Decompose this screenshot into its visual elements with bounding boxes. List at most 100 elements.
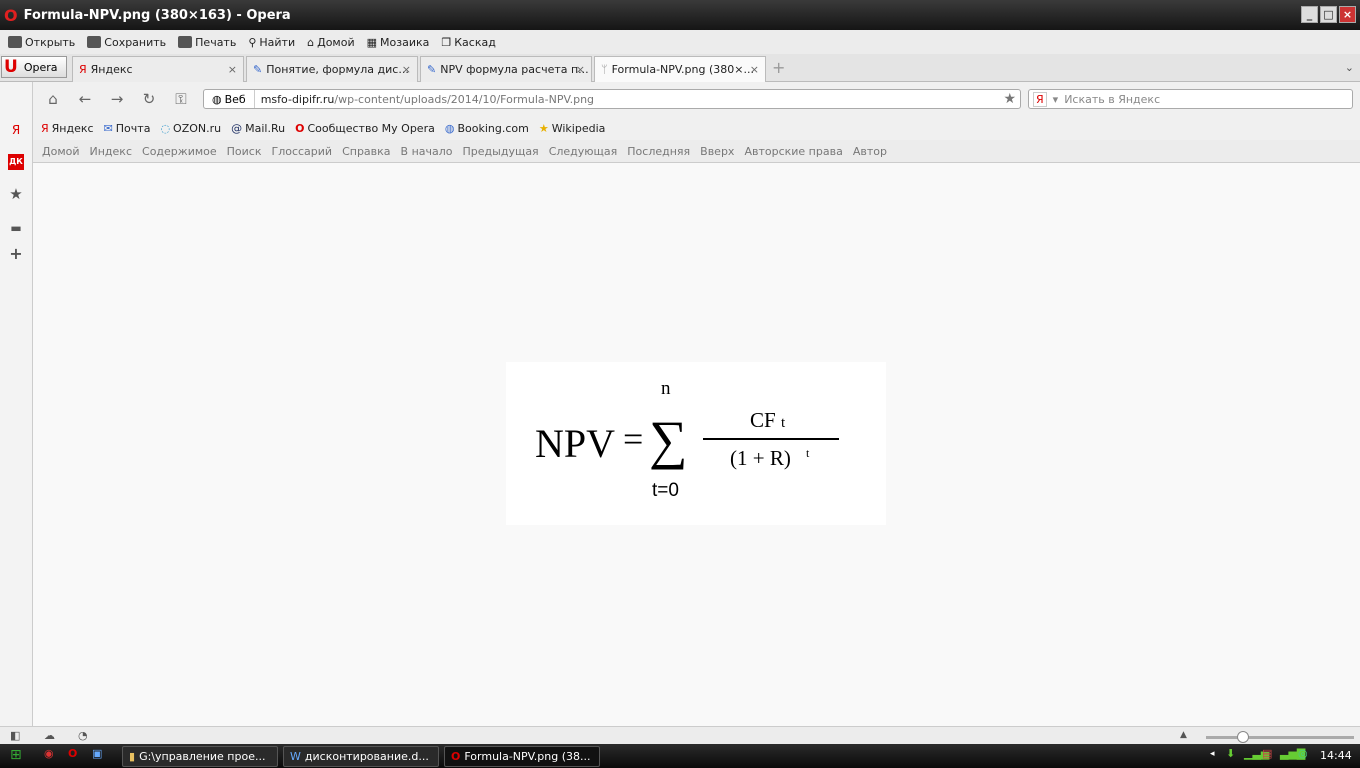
key-icon[interactable]: ⚿	[165, 90, 197, 108]
bookmark-yandex[interactable]: Я Яндекс	[41, 122, 94, 135]
bookmark-ozon[interactable]: ◌ OZON.ru	[160, 122, 221, 135]
yandex-panel-icon[interactable]: Я	[8, 122, 24, 138]
sync-tray-icon[interactable]: ◎	[1298, 747, 1308, 760]
nav-link[interactable]: Вверх	[700, 145, 734, 158]
nav-link[interactable]: Поиск	[227, 145, 262, 158]
menu-find[interactable]: ⚲ Найти	[248, 36, 295, 49]
download-tray-icon[interactable]: ⬇	[1226, 747, 1235, 760]
tile-icon: ▦	[366, 35, 378, 49]
speed-gauge-icon[interactable]: ◔	[78, 729, 88, 742]
nav-link[interactable]: Содержимое	[142, 145, 217, 158]
bookmark-label: Wikipedia	[551, 121, 606, 135]
menu-cascade[interactable]: ❐ Каскад	[441, 36, 495, 49]
close-button[interactable]: ×	[1339, 6, 1356, 23]
panel-window-icon[interactable]: ▬	[8, 220, 24, 236]
numerator-subscript: t	[780, 415, 786, 431]
nav-link[interactable]: Автор	[853, 145, 887, 158]
taskbar-item-explorer[interactable]: ▮ G:\управление прое...	[122, 746, 278, 767]
zoom-slider-thumb[interactable]	[1237, 731, 1249, 743]
web-badge[interactable]: ◍ Веб	[204, 90, 255, 108]
tab-yandex[interactable]: Я Яндекс ×	[72, 56, 244, 82]
bookmark-mail[interactable]: ✉ Почта	[104, 122, 151, 135]
menu-label: Открыть	[25, 35, 76, 49]
bookmark-label: Яндекс	[51, 121, 94, 135]
menu-print[interactable]: Печать	[178, 36, 236, 49]
bookmark-booking[interactable]: ◍ Booking.com	[445, 122, 529, 135]
menu-save[interactable]: Сохранить	[87, 36, 166, 49]
yandex-engine-icon[interactable]: Я	[1033, 91, 1047, 107]
bookmark-star-icon[interactable]: ★	[1003, 91, 1016, 107]
forward-button[interactable]: →	[101, 90, 133, 108]
taskbar-item-word[interactable]: Wдисконтирование.d...	[283, 746, 439, 767]
minimize-button[interactable]: _	[1301, 6, 1318, 23]
close-tab-icon[interactable]: ×	[402, 63, 411, 76]
browser-quicklaunch-icon[interactable]: ◉	[44, 747, 54, 760]
dk-panel-icon[interactable]: ДК	[8, 154, 24, 170]
bookmarks-star-icon[interactable]: ★	[8, 186, 24, 202]
opera-icon: O	[451, 750, 461, 763]
bookmark-wikipedia[interactable]: ★ Wikipedia	[539, 122, 606, 135]
maximize-button[interactable]: □	[1320, 6, 1337, 23]
new-tab-button[interactable]: +	[772, 58, 785, 77]
add-panel-icon[interactable]: +	[8, 246, 24, 262]
nav-link[interactable]: Справка	[342, 145, 390, 158]
nav-link[interactable]: Авторские права	[744, 145, 842, 158]
menu-home[interactable]: ⌂ Домой	[307, 36, 355, 49]
tab-npv-formula[interactable]: ✎ NPV формула расчета п... ×	[420, 56, 592, 82]
turbo-cloud-icon[interactable]: ☁	[44, 729, 55, 742]
language-flag-icon[interactable]: ▤	[1262, 747, 1272, 760]
window-title: Formula-NPV.png (380×163) - Opera	[23, 7, 291, 23]
opera-logo-icon: U	[4, 57, 18, 77]
menu-open[interactable]: Открыть	[8, 36, 75, 49]
search-input[interactable]: Я ▾ Искать в Яндекс	[1028, 89, 1353, 109]
document-icon: ✎	[427, 63, 437, 76]
reload-button[interactable]: ↻	[133, 90, 165, 108]
clock[interactable]: 14:44	[1320, 749, 1352, 762]
cascade-icon: ❐	[441, 35, 452, 49]
close-tab-icon[interactable]: ×	[228, 63, 237, 76]
web-label: Веб	[224, 92, 246, 106]
taskbar-item-opera[interactable]: O Formula-NPV.png (38...	[444, 746, 600, 767]
formula-lower-limit: t=0	[652, 480, 679, 501]
title-bar: O Formula-NPV.png (380×163) - Opera _ □ ×	[0, 0, 1360, 30]
nav-link[interactable]: Глоссарий	[271, 145, 332, 158]
opera-quicklaunch-icon[interactable]: O	[68, 747, 77, 760]
tab-formula-npv[interactable]: ᛘ Formula-NPV.png (380×... ×	[594, 56, 766, 82]
up-arrow-icon[interactable]: ▲	[1180, 730, 1187, 740]
tab-label: Яндекс	[90, 63, 133, 76]
address-field[interactable]: ◍ Веб msfo-dipifr.ru/wp-content/uploads/2…	[203, 89, 1021, 109]
bookmark-mailru[interactable]: @ Mail.Ru	[231, 122, 285, 135]
tab-label: NPV формула расчета п...	[440, 63, 589, 76]
close-tab-icon[interactable]: ×	[576, 63, 585, 76]
tab-list-chevron-icon[interactable]: ⌄	[1345, 61, 1354, 74]
menu-label: Сохранить	[104, 35, 167, 49]
panel-toggle-icon[interactable]: ◧	[10, 729, 20, 742]
nav-link[interactable]: Предыдущая	[463, 145, 539, 158]
formula-equals: =	[623, 419, 644, 459]
word-icon: W	[290, 750, 301, 763]
menu-label: Домой	[317, 35, 355, 49]
dropdown-icon[interactable]: ▾	[1053, 93, 1059, 106]
nav-link[interactable]: Следующая	[549, 145, 618, 158]
opera-menu-button[interactable]: U Opera	[1, 56, 67, 78]
image-icon: ᛘ	[601, 63, 608, 76]
bookmark-label: OZON.ru	[173, 121, 222, 135]
close-tab-icon[interactable]: ×	[750, 63, 759, 76]
nav-link[interactable]: Индекс	[90, 145, 133, 158]
bookmark-myopera[interactable]: O Сообщество My Opera	[295, 122, 435, 135]
numerator-text: CF	[750, 408, 776, 432]
windows-start-icon[interactable]: ⊞	[10, 747, 22, 763]
tab-label: Formula-NPV.png (380×...	[611, 63, 754, 76]
nav-link[interactable]: В начало	[401, 145, 453, 158]
tray-expand-icon[interactable]: ◂	[1210, 749, 1215, 759]
back-button[interactable]: ←	[69, 90, 101, 108]
menu-tile[interactable]: ▦ Мозаика	[367, 36, 430, 49]
url-path: /wp-content/uploads/2014/10/Formula-NPV.…	[334, 92, 595, 106]
zoom-slider[interactable]	[1206, 731, 1354, 743]
desktop-icon[interactable]: ▣	[92, 747, 102, 760]
tab-concept[interactable]: ✎ Понятие, формула дис... ×	[246, 56, 418, 82]
nav-link[interactable]: Домой	[42, 145, 80, 158]
nav-link[interactable]: Последняя	[627, 145, 690, 158]
home-button[interactable]: ⌂	[37, 90, 69, 108]
status-bar: ◧ ☁ ◔ ▲	[0, 726, 1360, 746]
